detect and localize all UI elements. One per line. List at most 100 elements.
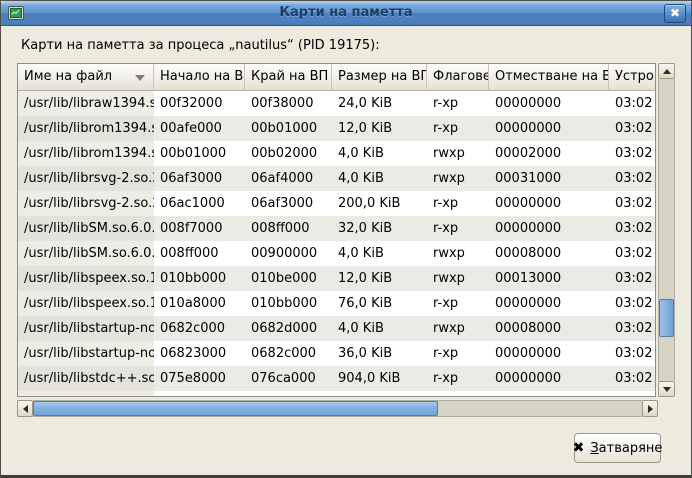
table-row[interactable]: /usr/lib/librsvg-2.so.206af300006af40004…: [18, 166, 655, 191]
table-cell: 06af4000: [245, 166, 332, 191]
window-close-button[interactable]: ✖: [664, 4, 686, 23]
table-cell: rwxp: [427, 241, 489, 266]
column-header-filename[interactable]: Име на файл: [18, 64, 154, 91]
table-cell: 008f7000: [154, 216, 245, 241]
table-row[interactable]: /usr/lib/libSM.so.6.0.0008f7000008ff0003…: [18, 216, 655, 241]
table-cell: 03:02: [609, 241, 655, 266]
table-cell: rwxp: [427, 266, 489, 291]
table-row[interactable]: /usr/lib/librom1394.s00afe00000b0100012,…: [18, 116, 655, 141]
table-row[interactable]: /usr/lib/libstartup-not0682c0000682d0004…: [18, 316, 655, 341]
table-cell: 03:02: [609, 191, 655, 216]
table-cell: 03:02: [609, 91, 655, 116]
table-cell: 03:02: [609, 141, 655, 166]
table-cell: 00000000: [489, 366, 609, 391]
table-cell: 4,0 KiB: [332, 141, 427, 166]
vertical-scrollbar: [658, 63, 675, 397]
table-cell: 00000000: [489, 91, 609, 116]
table-cell: 00b02000: [245, 141, 332, 166]
table-cell: 00b01000: [245, 116, 332, 141]
arrow-right-icon: [648, 405, 653, 413]
table-cell: 00900000: [245, 241, 332, 266]
table-cell: 03:02: [609, 116, 655, 141]
scroll-up-button[interactable]: [658, 63, 675, 79]
table-cell: 00000000: [489, 216, 609, 241]
memory-maps-dialog: Карти на паметта ✖ Карти на паметта за п…: [0, 0, 692, 478]
column-header-vm-end[interactable]: Край на ВП: [245, 64, 332, 91]
table-cell: 200,0 KiB: [332, 191, 427, 216]
arrow-down-icon: [663, 387, 671, 392]
close-button[interactable]: ✖ Затваряне: [574, 433, 661, 463]
table-cell: 00b01000: [154, 141, 245, 166]
arrow-left-icon: [23, 405, 28, 413]
horizontal-scrollbar-trough[interactable]: [33, 400, 642, 417]
table-cell: 010bb000: [154, 266, 245, 291]
table-cell: 00002000: [489, 141, 609, 166]
table-cell: 00013000: [489, 266, 609, 291]
table-cell: /usr/lib/libraw1394.s: [18, 91, 154, 116]
table-cell: 00f32000: [154, 91, 245, 116]
table-cell: 010a8000: [154, 291, 245, 316]
table-row[interactable]: /usr/lib/libraw1394.s00f3200000f3800024,…: [18, 91, 655, 116]
table-cell: 06af3000: [245, 191, 332, 216]
column-header-vm-offset[interactable]: Отместване на ВП: [489, 64, 609, 91]
table-cell: 4,0 KiB: [332, 241, 427, 266]
table-cell: 4,0 KiB: [332, 316, 427, 341]
table-row[interactable]: /usr/lib/libstartup-not068230000682c0003…: [18, 341, 655, 366]
table-cell: 0682c000: [154, 316, 245, 341]
table-cell: 03:02: [609, 366, 655, 391]
column-header-vm-start[interactable]: Начало на ВП: [154, 64, 245, 91]
table-header-row: Име на файл Начало на ВП Край на ВП Разм…: [18, 64, 655, 91]
table-cell: r-xp: [427, 216, 489, 241]
table-cell: 00000000: [489, 341, 609, 366]
table-row[interactable]: /usr/lib/libstdc++.so.075e8000076ca00090…: [18, 366, 655, 391]
vertical-scrollbar-thumb[interactable]: [659, 299, 674, 337]
table-empty-area: [18, 391, 655, 397]
table-cell: /usr/lib/librom1394.s: [18, 141, 154, 166]
table-row[interactable]: /usr/lib/librsvg-2.so.206ac100006af30002…: [18, 191, 655, 216]
table-cell: 0682d000: [245, 316, 332, 341]
table-cell: 00008000: [489, 241, 609, 266]
table-row[interactable]: /usr/lib/librom1394.s00b0100000b020004,0…: [18, 141, 655, 166]
titlebar[interactable]: Карти на паметта ✖: [1, 1, 691, 26]
table-cell: /usr/lib/libSM.so.6.0.0: [18, 241, 154, 266]
sort-descending-icon: [135, 75, 145, 81]
table-cell: 00008000: [489, 316, 609, 341]
table-cell: 008ff000: [245, 216, 332, 241]
table-cell: 32,0 KiB: [332, 216, 427, 241]
table-cell: 06af3000: [154, 166, 245, 191]
table-cell: 12,0 KiB: [332, 116, 427, 141]
table-cell: 06823000: [154, 341, 245, 366]
table-row[interactable]: /usr/lib/libspeex.so.1010bb000010be00012…: [18, 266, 655, 291]
memory-maps-table: Име на файл Начало на ВП Край на ВП Разм…: [17, 63, 656, 397]
table-row[interactable]: /usr/lib/libSM.so.6.0.0008ff000009000004…: [18, 241, 655, 266]
column-header-device[interactable]: Устро: [609, 64, 655, 91]
close-x-icon: ✖: [670, 6, 680, 20]
table-cell: /usr/lib/libstdc++.so.: [18, 366, 154, 391]
table-cell: r-xp: [427, 366, 489, 391]
column-header-flags[interactable]: Флагове: [427, 64, 489, 91]
table-cell: 010be000: [245, 266, 332, 291]
table-cell: 00000000: [489, 291, 609, 316]
table-cell: 06ac1000: [154, 191, 245, 216]
table-row[interactable]: /usr/lib/libspeex.so.1010a8000010bb00076…: [18, 291, 655, 316]
table-cell: /usr/lib/libspeex.so.1: [18, 266, 154, 291]
horizontal-scrollbar-thumb[interactable]: [33, 401, 438, 416]
column-header-label: Име на файл: [24, 69, 112, 84]
close-button-label: Затваряне: [590, 441, 662, 456]
scroll-right-button[interactable]: [642, 400, 658, 417]
table-cell: 00f38000: [245, 91, 332, 116]
window-title: Карти на паметта: [1, 5, 691, 20]
close-x-icon: ✖: [573, 441, 585, 455]
table-cell: rwxp: [427, 316, 489, 341]
table-cell: /usr/lib/libstartup-not: [18, 341, 154, 366]
table-cell: 03:02: [609, 341, 655, 366]
column-header-vm-size[interactable]: Размер на ВП: [332, 64, 427, 91]
table-cell: 904,0 KiB: [332, 366, 427, 391]
table-cell: 0682c000: [245, 341, 332, 366]
table-cell: 00000000: [489, 191, 609, 216]
table-cell: r-xp: [427, 291, 489, 316]
vertical-scrollbar-trough[interactable]: [658, 79, 675, 381]
scroll-left-button[interactable]: [17, 400, 33, 417]
horizontal-scrollbar: [17, 400, 658, 417]
scroll-down-button[interactable]: [658, 381, 675, 397]
